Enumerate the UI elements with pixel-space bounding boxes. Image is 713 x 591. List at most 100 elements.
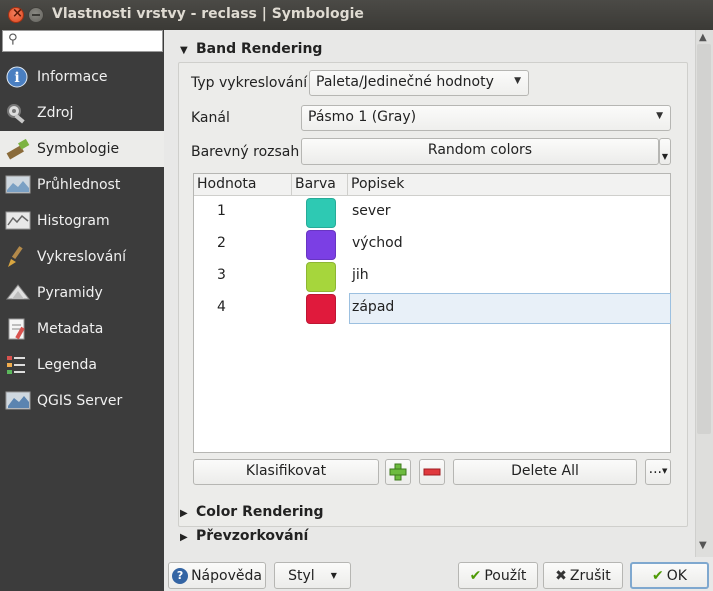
cancel-button[interactable]: ✖ Zrušit [543,562,623,589]
color-rendering-header[interactable]: ▶ Color Rendering [180,504,324,520]
sidebar-item-label: Histogram [37,213,110,229]
close-icon: × [12,6,23,21]
sidebar-item-label: QGIS Server [37,393,123,409]
sidebar-item-metadata[interactable]: Metadata [0,311,164,347]
chevron-down-icon: ▼ [330,571,337,580]
row-label[interactable]: východ [352,235,403,251]
table-row[interactable]: 1 sever [194,196,670,228]
row-value: 3 [217,267,226,283]
pyramid-icon [5,281,31,305]
chevron-down-icon: ▼ [656,111,663,121]
sidebar-item-label: Legenda [37,357,98,373]
chevron-down-icon: ▼ [661,152,669,161]
source-icon [5,101,29,125]
server-icon [5,389,31,413]
scroll-up-arrow-icon[interactable]: ▲ [699,32,707,43]
sidebar-item-informace[interactable]: i Informace [0,59,164,95]
sidebar-item-label: Zdroj [37,105,74,121]
check-icon: ✔ [469,567,482,584]
sidebar-item-label: Vykreslování [37,249,127,265]
rendering-icon [5,245,29,269]
table-row[interactable]: 4 západ [194,292,671,324]
remove-value-button[interactable] [419,459,445,485]
minimize-icon [32,14,40,16]
sidebar-item-legenda[interactable]: Legenda [0,347,164,383]
color-swatch[interactable] [306,198,336,228]
table-header: Hodnota Barva Popisek [194,174,670,196]
render-type-label: Typ vykreslování [191,75,308,91]
info-icon: i [5,65,29,89]
minus-icon [423,468,441,476]
chevron-down-icon: ▼ [661,467,668,475]
resampling-header[interactable]: ▶ Převzorkování [180,528,308,544]
transparency-icon [5,173,31,197]
legend-icon [5,353,29,377]
sidebar-item-label: Průhlednost [37,177,121,193]
more-options-button[interactable]: ...▼ [645,459,671,485]
sidebar-item-label: Pyramidy [37,285,103,301]
minimize-window-button[interactable] [28,7,44,23]
table-row[interactable]: 3 jih [194,260,670,292]
check-icon: ✔ [652,567,664,584]
delete-all-button[interactable]: Delete All [453,459,637,485]
row-value: 4 [217,299,226,315]
svg-text:i: i [14,70,19,86]
row-label[interactable]: sever [352,203,391,219]
sidebar-item-pruhlednost[interactable]: Průhlednost [0,167,164,203]
row-value: 1 [217,203,226,219]
row-label[interactable]: západ [352,299,394,315]
brush-icon [5,137,30,161]
column-header-value[interactable]: Hodnota [197,176,257,192]
sidebar-item-zdroj[interactable]: Zdroj [0,95,164,131]
row-label[interactable]: jih [352,267,369,283]
sidebar-item-label: Symbologie [37,141,120,157]
sidebar-item-qgis-server[interactable]: QGIS Server [0,383,164,419]
selected-cell [349,293,671,324]
table-row[interactable]: 2 východ [194,228,670,260]
column-header-label[interactable]: Popisek [347,174,404,196]
channel-label: Kanál [191,110,230,126]
search-input[interactable]: ⚲ [2,30,163,52]
color-swatch[interactable] [306,294,336,324]
channel-combo[interactable]: Pásmo 1 (Gray) ▼ [301,105,671,131]
expand-triangle-icon: ▶ [180,508,188,519]
color-swatch[interactable] [306,262,336,292]
cancel-x-icon: ✖ [555,567,567,584]
window-title: Vlastnosti vrstvy - reclass | Symbologie [52,6,364,22]
render-type-combo[interactable]: Paleta/Jedinečné hodnoty ▼ [309,70,529,96]
scrollbar-thumb[interactable] [697,44,711,434]
sidebar-item-symbologie[interactable]: Symbologie [0,131,164,167]
band-rendering-group: Typ vykreslování Paleta/Jedinečné hodnot… [178,62,688,527]
title-bar: × Vlastnosti vrstvy - reclass | Symbolog… [0,0,713,30]
main-panel: ▲ ▼ ▼ Band Rendering Typ vykreslování Pal… [164,30,713,591]
palette-table: Hodnota Barva Popisek 1 sever 2 východ 3… [193,173,671,453]
column-header-color[interactable]: Barva [291,174,336,196]
sidebar-item-vykreslovani[interactable]: Vykreslování [0,239,164,275]
color-swatch[interactable] [306,230,336,260]
sidebar-item-pyramidy[interactable]: Pyramidy [0,275,164,311]
classify-button[interactable]: Klasifikovat [193,459,379,485]
add-value-button[interactable] [385,459,411,485]
sidebar-item-histogram[interactable]: Histogram [0,203,164,239]
help-button[interactable]: ? Nápověda [168,562,266,589]
help-icon: ? [172,567,189,584]
apply-button[interactable]: ✔ Použít [458,562,538,589]
sidebar-item-label: Informace [37,69,108,85]
color-ramp-button[interactable]: Random colors [301,138,659,165]
row-value: 2 [217,235,226,251]
ok-button[interactable]: ✔ OK [630,562,709,589]
sidebar-item-label: Metadata [37,321,104,337]
color-ramp-dropdown[interactable]: ▼ [659,138,671,165]
close-window-button[interactable]: × [8,6,24,23]
plus-icon [389,463,407,481]
sidebar: ⚲ i Informace Zdroj Symbologie Průhledno… [0,30,164,591]
search-icon: ⚲ [8,32,18,47]
color-ramp-label: Barevný rozsah [191,144,300,160]
style-button[interactable]: Styl ▼ [274,562,351,589]
scroll-down-arrow-icon[interactable]: ▼ [699,540,707,551]
metadata-icon [5,317,29,341]
histogram-icon [5,209,31,233]
band-rendering-header[interactable]: ▼ Band Rendering [180,41,322,57]
chevron-down-icon: ▼ [514,76,521,86]
expand-triangle-icon: ▶ [180,532,188,543]
